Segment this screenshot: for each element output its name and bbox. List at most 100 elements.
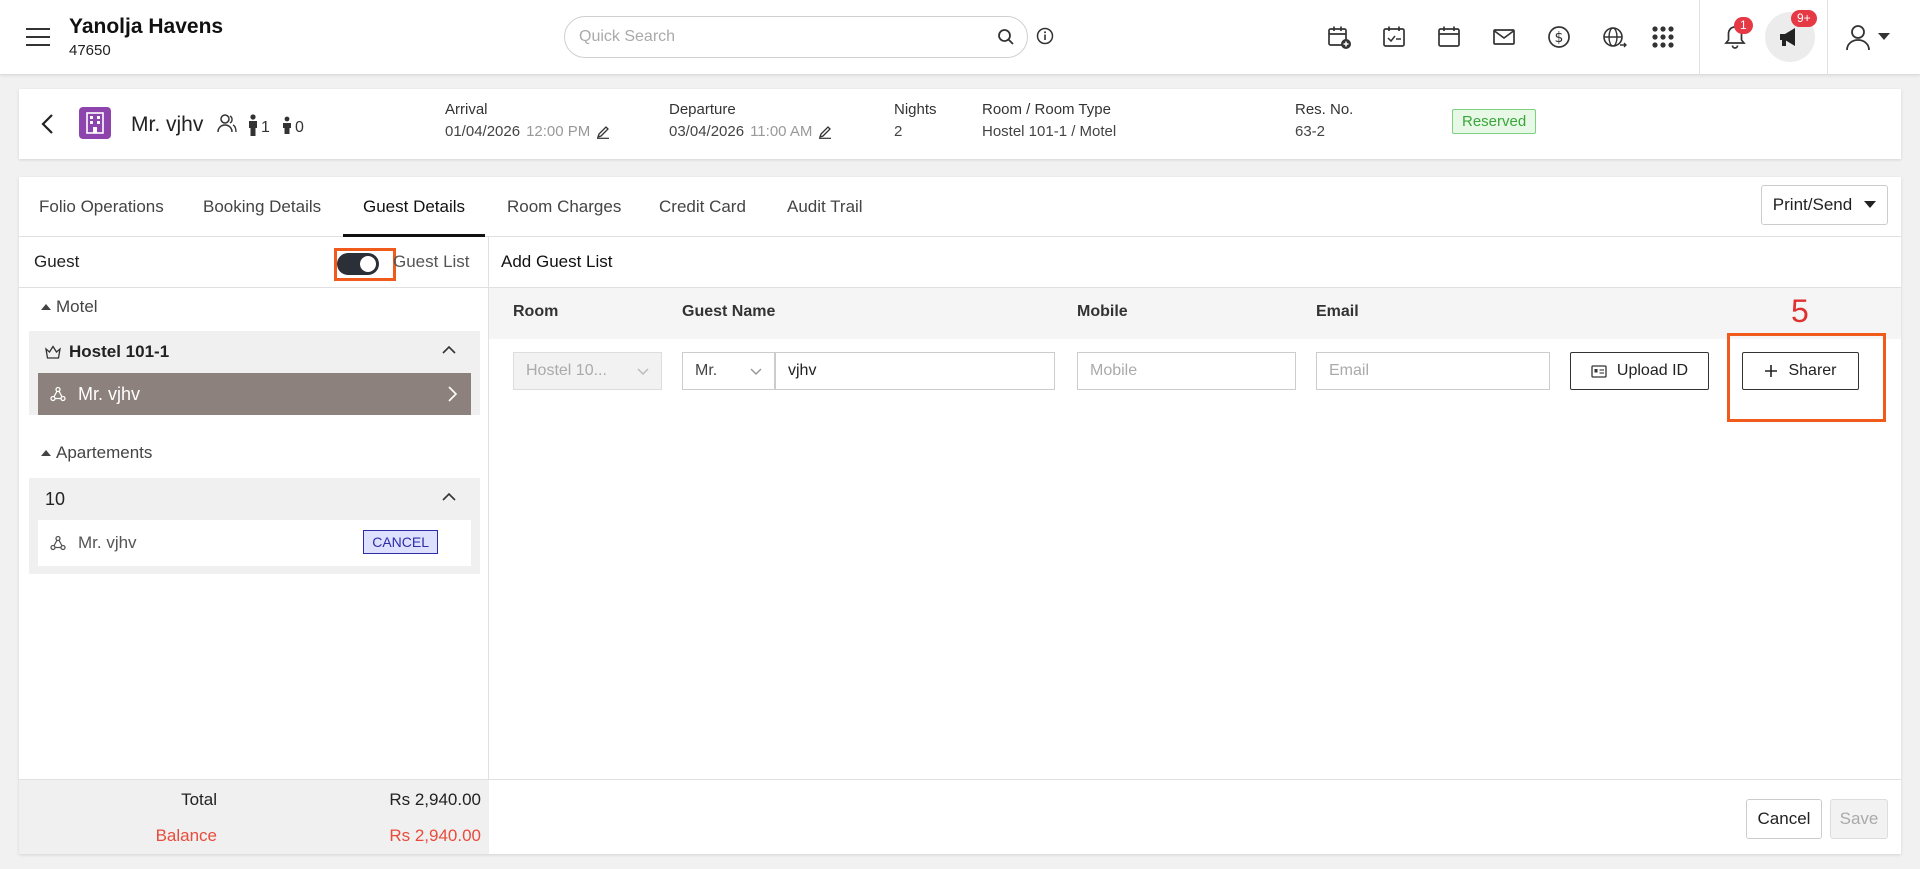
chevron-up-icon[interactable]	[442, 492, 456, 501]
print-send-button[interactable]: Print/Send	[1761, 185, 1888, 225]
top-bar: Yanolja Havens 47650 $ 1 9+	[0, 0, 1920, 75]
guest-name: Mr. vjhv	[131, 113, 204, 136]
departure-date: 03/04/2026	[669, 123, 745, 140]
total-value: Rs 2,940.00	[389, 790, 481, 809]
step-annotation: 5	[1791, 293, 1809, 329]
guest-item-selected[interactable]: Mr. vjhv	[38, 373, 471, 415]
group-label-apartements: Apartements	[56, 443, 153, 462]
add-guest-list-pane: Add Guest List Room Guest Name Mobile Em…	[489, 237, 1901, 854]
tab-room-charges[interactable]: Room Charges	[487, 177, 641, 237]
hotel-name: Yanolja Havens	[69, 15, 224, 38]
email-input[interactable]	[1316, 352, 1550, 390]
column-mobile: Mobile	[1077, 303, 1128, 320]
balance-value: Rs 2,940.00	[389, 826, 481, 845]
guest-details-panel: Folio Operations Booking Details Guest D…	[19, 177, 1901, 854]
calendar-icon[interactable]	[1434, 22, 1464, 52]
user-icon[interactable]	[1843, 22, 1873, 52]
search-input[interactable]	[579, 25, 979, 49]
tab-booking-details[interactable]: Booking Details	[183, 177, 341, 237]
upload-id-button[interactable]: Upload ID	[1570, 352, 1709, 390]
mail-icon[interactable]	[1489, 22, 1519, 52]
room-field: Room / Room Type Hostel 101-1 / Motel	[982, 101, 1116, 140]
column-guest-name: Guest Name	[682, 303, 776, 320]
group-label-motel: Motel	[56, 297, 98, 316]
title-select[interactable]: Mr.	[682, 352, 775, 390]
chevron-right-icon	[448, 386, 457, 402]
caret-down-icon	[1864, 201, 1877, 208]
quick-search	[564, 16, 1028, 58]
nights-value: 2	[894, 123, 903, 140]
room-header[interactable]: Hostel 101-1	[29, 331, 480, 373]
balance-label: Balance	[155, 826, 217, 845]
mobile-input[interactable]	[1077, 352, 1296, 390]
guest-item[interactable]: Mr. vjhv CANCEL	[38, 520, 471, 566]
info-icon[interactable]	[1036, 27, 1054, 45]
guest-list-mode-label: Guest List	[393, 252, 470, 271]
tab-folio-operations[interactable]: Folio Operations	[19, 177, 184, 237]
child-count: 0	[281, 113, 304, 137]
megaphone-icon	[1778, 26, 1802, 48]
guest-item-name: Mr. vjhv	[78, 383, 141, 404]
room-group-hostel: Hostel 101-1 Mr. vjhv	[29, 331, 480, 415]
room-header[interactable]: 10	[29, 478, 480, 520]
edit-departure-icon[interactable]	[818, 125, 832, 139]
status-badge: Reserved	[1452, 109, 1537, 134]
divider	[1699, 0, 1700, 75]
chevron-up-icon[interactable]	[442, 345, 456, 354]
column-room: Room	[513, 303, 559, 320]
print-send-label: Print/Send	[1772, 195, 1853, 214]
edit-arrival-icon[interactable]	[596, 125, 610, 139]
divider	[1827, 0, 1828, 75]
svg-text:$: $	[1555, 30, 1564, 46]
column-email: Email	[1316, 303, 1359, 320]
group-header-apartements[interactable]: Apartements	[41, 443, 152, 463]
guests-icon	[217, 113, 237, 133]
globe-icon[interactable]	[1599, 22, 1629, 52]
apps-grid-icon[interactable]	[1648, 22, 1678, 52]
chevron-down-icon	[637, 368, 649, 376]
guest-item-name: Mr. vjhv	[78, 533, 137, 552]
caret-up-icon	[41, 450, 51, 456]
announcement-badge: 9+	[1791, 10, 1817, 27]
resno-label: Res. No.	[1295, 101, 1354, 118]
adult-count-value: 1	[261, 119, 270, 136]
group-header-motel[interactable]: Motel	[41, 297, 98, 317]
caret-down-icon[interactable]	[1876, 22, 1892, 52]
toggle-highlight	[334, 248, 396, 281]
room-select-value: Hostel 10...	[526, 362, 607, 379]
dollar-icon[interactable]: $	[1544, 22, 1574, 52]
adult-count: 1	[247, 113, 270, 137]
guest-name-input[interactable]	[775, 352, 1055, 390]
arrival-time: 12:00 PM	[526, 123, 591, 140]
departure-label: Departure	[669, 101, 736, 118]
tab-guest-details[interactable]: Guest Details	[343, 177, 486, 237]
cancel-button[interactable]: Cancel	[1746, 799, 1822, 839]
arrival-field: Arrival 01/04/2026 12:00 PM	[445, 101, 610, 140]
grid-header: Room Guest Name Mobile Email	[489, 287, 1901, 339]
add-guest-list-title: Add Guest List	[501, 252, 613, 271]
calendar-check-icon[interactable]	[1379, 22, 1409, 52]
cancel-guest-button[interactable]: CANCEL	[363, 530, 438, 554]
calendar-add-icon[interactable]	[1324, 22, 1354, 52]
save-button[interactable]: Save	[1830, 799, 1888, 839]
caret-up-icon	[41, 304, 51, 310]
total-label: Total	[181, 790, 217, 809]
tab-bar: Folio Operations Booking Details Guest D…	[19, 177, 1901, 237]
search-icon[interactable]	[997, 28, 1015, 46]
arrival-label: Arrival	[445, 101, 488, 118]
departure-field: Departure 03/04/2026 11:00 AM	[669, 101, 832, 140]
chevron-down-icon	[750, 368, 762, 376]
room-label: Room / Room Type	[982, 101, 1111, 118]
room-value: Hostel 101-1 / Motel	[982, 123, 1117, 140]
title-select-value: Mr.	[695, 362, 718, 379]
crown-icon	[45, 344, 61, 359]
hotel-id: 47650	[69, 42, 111, 59]
share-node-icon	[50, 535, 66, 551]
back-arrow-icon[interactable]	[40, 113, 54, 135]
tab-audit-trail[interactable]: Audit Trail	[767, 177, 883, 237]
notification-badge: 1	[1734, 17, 1753, 34]
nights-field: Nights 2	[894, 101, 937, 140]
menu-icon[interactable]	[26, 27, 50, 47]
resno-field: Res. No. 63-2	[1295, 101, 1353, 140]
tab-credit-card[interactable]: Credit Card	[639, 177, 766, 237]
